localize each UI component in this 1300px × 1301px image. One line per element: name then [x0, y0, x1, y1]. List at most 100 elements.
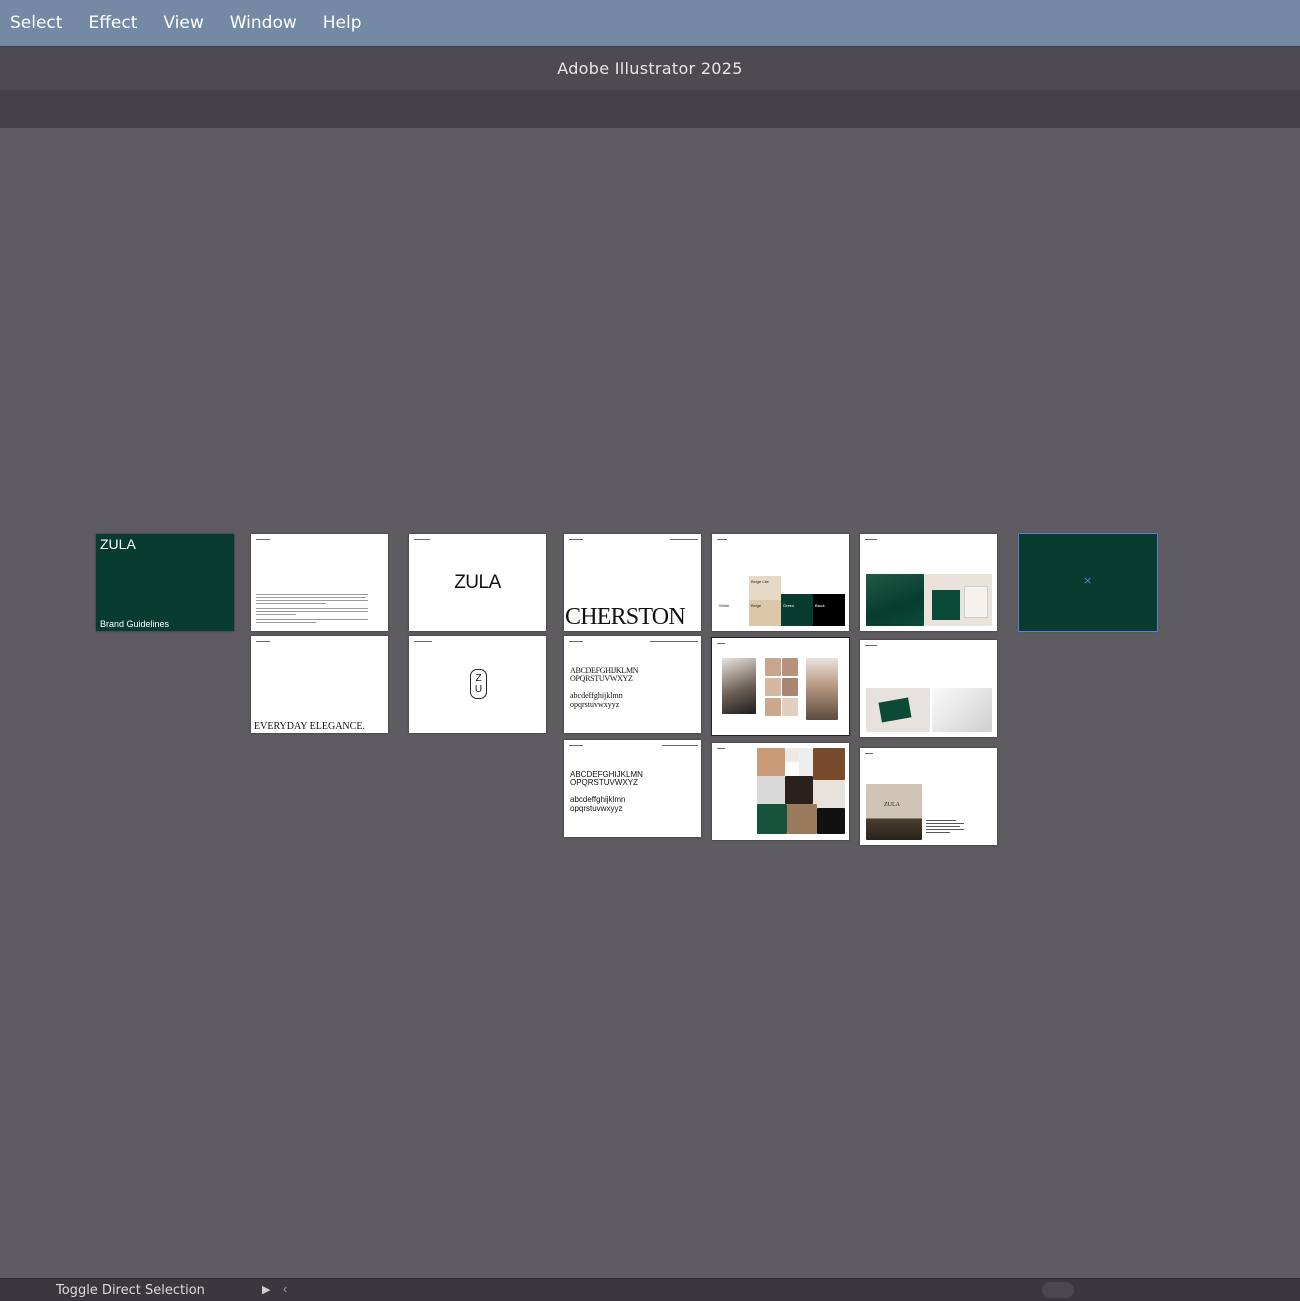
heading-line — [717, 643, 725, 644]
specimen-upper-2: OPQRSTUVWXYZ — [570, 674, 633, 683]
text-line — [256, 600, 368, 601]
portrait-photo — [782, 698, 798, 716]
menu-effect[interactable]: Effect — [88, 13, 137, 33]
artboard-typography-specimen-serif[interactable]: ABCDEFGHIJKLMN OPQRSTUVWXYZ abcdeffghijk… — [564, 636, 701, 733]
heading-line — [569, 745, 583, 746]
portrait-photo — [765, 698, 781, 716]
text-line — [926, 823, 964, 824]
menu-help[interactable]: Help — [323, 13, 362, 33]
swatch-label: Beige — [751, 603, 762, 608]
collage-photo — [757, 748, 785, 776]
specimen-upper-2: OPQRSTUVWXYZ — [570, 778, 639, 787]
artboard-imagery-collage[interactable] — [712, 743, 849, 840]
swatch-label: Green — [783, 603, 795, 608]
heading-line — [865, 753, 873, 754]
specimen-lower-2: opqrstuvwxyyz — [570, 700, 620, 709]
text-line — [926, 820, 956, 821]
menu-select[interactable]: Select — [10, 13, 62, 33]
heading-line — [414, 539, 430, 540]
collage-photo — [785, 748, 799, 762]
bag-shape — [964, 586, 988, 618]
artboard-cover[interactable]: ZULA Brand Guidelines — [96, 534, 234, 631]
portrait-photo — [782, 678, 798, 696]
portrait-photo — [782, 658, 798, 676]
heading-line — [662, 745, 698, 746]
collage-photo — [757, 804, 787, 834]
artboard-selected[interactable]: × — [1018, 533, 1158, 632]
heading-line — [569, 641, 583, 642]
swatch-beige: Beige — [749, 600, 781, 626]
monogram-u: U — [474, 684, 483, 695]
cover-subtitle: Brand Guidelines — [100, 619, 170, 629]
cover-logo: ZULA — [100, 536, 136, 552]
artboard-packaging-boxes[interactable] — [860, 640, 997, 737]
artboard-signage[interactable]: ZULA — [860, 748, 997, 845]
text-line — [256, 603, 326, 604]
text-line — [926, 829, 964, 830]
signage-photo — [866, 784, 922, 840]
typeface-name: CHERSTON — [565, 604, 686, 630]
portrait-photo — [806, 658, 838, 720]
collage-photo — [799, 748, 813, 776]
artboard-about[interactable] — [251, 534, 388, 631]
heading-line — [414, 641, 432, 642]
menu-bar: Select Effect View Window Help — [0, 0, 1300, 47]
collage-photo — [813, 748, 845, 780]
artboard-colours[interactable]: White Beige Lite Beige Green Black — [712, 534, 849, 631]
text-line — [256, 622, 316, 623]
swatch-white: White — [717, 600, 749, 626]
swatch-label: Black — [815, 603, 825, 608]
monogram-badge: Z U — [470, 669, 487, 699]
chevron-left-icon[interactable]: ‹ — [283, 1281, 287, 1296]
heading-line — [569, 539, 583, 540]
status-bar: Toggle Direct Selection ▶ ‹ — [0, 1278, 1300, 1301]
canvas[interactable]: ZULA Brand Guidelines EVERYDAY ELEGANCE.… — [0, 128, 1300, 1278]
packaging-photo-green — [866, 574, 924, 626]
collage-photo — [817, 808, 845, 834]
specimen-lower-1: abcdeffghijklmn — [570, 795, 626, 804]
swatch-label: Beige Lite — [751, 579, 769, 584]
control-bar — [0, 90, 1300, 128]
horizontal-scrollbar-thumb[interactable] — [1042, 1282, 1074, 1298]
text-line — [256, 619, 368, 620]
logo-wordmark: ZULA — [454, 572, 501, 593]
swatch-green: Green — [781, 594, 813, 626]
artboard-typography-primary[interactable]: CHERSTON — [564, 534, 701, 631]
monogram-z: Z — [475, 673, 482, 684]
heading-line — [670, 539, 698, 540]
artboard-monogram[interactable]: Z U — [409, 636, 546, 733]
artboard-packaging-bags[interactable] — [860, 534, 997, 631]
window-title: Adobe Illustrator 2025 — [557, 59, 743, 78]
collage-photo — [813, 780, 845, 808]
portrait-photo — [765, 658, 781, 676]
heading-line — [256, 641, 270, 642]
artboard-logo[interactable]: ZULA — [409, 534, 546, 631]
specimen-lower-2: opqrstuvwxyyz — [570, 804, 623, 813]
swatch-beige-lite: Beige Lite — [749, 576, 781, 600]
text-line — [256, 611, 368, 612]
text-line — [256, 594, 368, 595]
collage-photo — [785, 776, 813, 804]
heading-line — [650, 641, 698, 642]
text-line — [926, 826, 960, 827]
swatch-black: Black — [813, 594, 845, 626]
text-line — [256, 614, 296, 615]
play-arrow-icon[interactable]: ▶ — [262, 1283, 270, 1296]
heading-line — [256, 539, 270, 540]
tagline-text: EVERYDAY ELEGANCE. — [254, 721, 365, 732]
portrait-photo — [722, 658, 756, 714]
text-line — [926, 832, 950, 833]
bag-shape — [932, 590, 960, 620]
artboard-typography-specimen-sans[interactable]: ABCDEFGHIJKLMN OPQRSTUVWXYZ abcdeffghijk… — [564, 740, 701, 837]
artboard-tagline[interactable]: EVERYDAY ELEGANCE. — [251, 636, 388, 733]
menu-view[interactable]: View — [163, 13, 203, 33]
packaging-photo-pattern — [932, 688, 992, 732]
status-tool-label[interactable]: Toggle Direct Selection — [56, 1283, 205, 1298]
heading-line — [865, 539, 877, 540]
heading-line — [717, 748, 725, 749]
heading-line — [865, 645, 877, 646]
specimen-lower-1: abcdeffghijklmn — [570, 691, 623, 700]
collage-photo — [757, 776, 785, 804]
artboard-imagery-portraits[interactable] — [711, 637, 850, 736]
menu-window[interactable]: Window — [230, 13, 297, 33]
